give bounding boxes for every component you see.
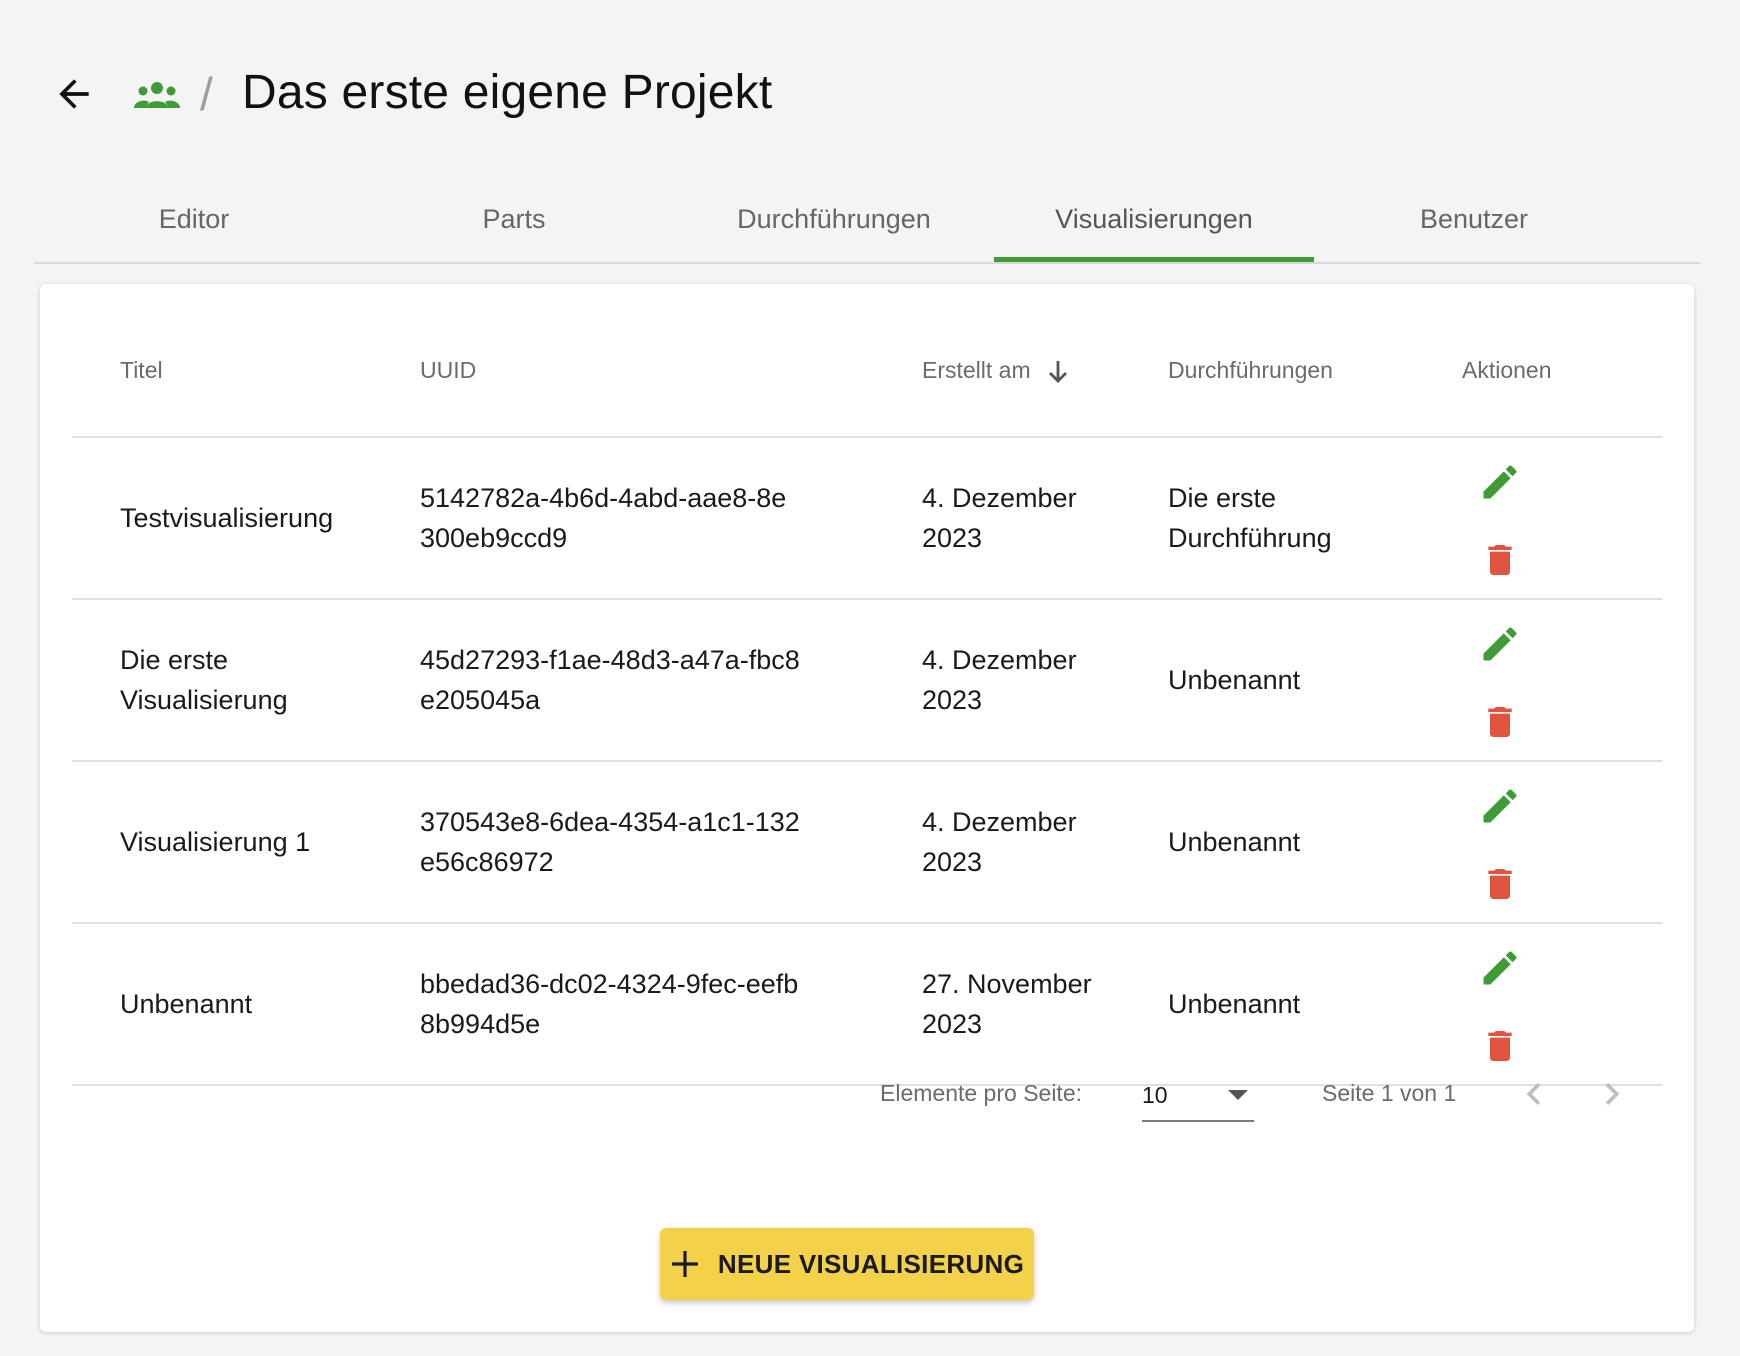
- cell-created: 4. Dezember 2023: [922, 645, 1077, 715]
- plus-icon: [671, 1251, 698, 1277]
- page-range-label: Seite 1 von 1: [1322, 1080, 1457, 1106]
- cell-durchfuehrung: Die erste Durchführung: [1168, 483, 1332, 553]
- trash-icon: [1488, 707, 1512, 737]
- back-button[interactable]: [52, 72, 96, 116]
- table-row: Testvisualisierung 5142782a-4b6d-4abd-aae…: [72, 438, 1662, 600]
- visualizations-table: Titel UUID Erstellt am Durchführungen Ak…: [72, 314, 1662, 1122]
- page-title: Das erste eigene Projekt: [242, 66, 773, 119]
- edit-button[interactable]: [1478, 460, 1522, 504]
- delete-button[interactable]: [1478, 862, 1522, 906]
- paginator: Elemente pro Seite: 10 Seite 1 von 1: [72, 1058, 1662, 1138]
- breadcrumb-separator: /: [200, 68, 213, 120]
- tab-bar: Editor Parts Durchführungen Visualisieru…: [34, 178, 1700, 264]
- column-header-actions: Aktionen: [1462, 357, 1552, 383]
- page-header: / Das erste eigene Projekt: [0, 0, 1740, 160]
- new-visualization-button[interactable]: NEUE VISUALISIERUNG: [660, 1228, 1034, 1300]
- tab-benutzer[interactable]: Benutzer: [1314, 178, 1634, 260]
- edit-button[interactable]: [1478, 946, 1522, 990]
- cell-actions: [1470, 762, 1530, 944]
- table-row: Die erste Visualisierung 45d27293-f1ae-48…: [72, 600, 1662, 762]
- dropdown-arrow-icon: [1228, 1090, 1248, 1100]
- trash-icon: [1488, 545, 1512, 575]
- delete-button[interactable]: [1478, 538, 1522, 582]
- table-row: Visualisierung 1 370543e8-6dea-4354-a1c1-…: [72, 762, 1662, 924]
- column-header-created[interactable]: Erstellt am: [922, 354, 1069, 386]
- edit-button[interactable]: [1478, 784, 1522, 828]
- tab-editor[interactable]: Editor: [34, 178, 354, 260]
- pencil-icon: [1483, 789, 1517, 823]
- cell-durchfuehrung: Unbenannt: [1168, 827, 1301, 857]
- arrow-left-icon: [59, 79, 89, 109]
- cell-durchfuehrung: Unbenannt: [1168, 665, 1301, 695]
- group-icon[interactable]: [132, 78, 182, 112]
- cell-created: 4. Dezember 2023: [922, 483, 1077, 553]
- cell-created: 4. Dezember 2023: [922, 807, 1077, 877]
- cell-title: Testvisualisierung: [120, 503, 334, 533]
- trash-icon: [1488, 869, 1512, 899]
- items-per-page-label: Elemente pro Seite:: [880, 1080, 1083, 1106]
- chevron-left-icon: [1526, 1083, 1541, 1105]
- delete-button[interactable]: [1478, 700, 1522, 744]
- table-header: Titel UUID Erstellt am Durchführungen Ak…: [72, 314, 1662, 438]
- tab-parts[interactable]: Parts: [354, 178, 674, 260]
- tab-durchfuehrungen[interactable]: Durchführungen: [674, 178, 994, 260]
- items-per-page-select[interactable]: 10: [1142, 1070, 1254, 1122]
- column-header-uuid[interactable]: UUID: [420, 354, 476, 386]
- chevron-right-icon: [1605, 1083, 1620, 1105]
- cell-uuid: 5142782a-4b6d-4abd-aae8-8e300eb9ccd9: [420, 483, 787, 553]
- cell-title: Visualisierung 1: [120, 827, 311, 857]
- cell-uuid: 370543e8-6dea-4354-a1c1-132e56c86972: [420, 807, 800, 877]
- sort-arrow-down-icon: [1049, 360, 1068, 383]
- new-visualization-label: NEUE VISUALISIERUNG: [717, 1248, 1025, 1279]
- items-per-page-value: 10: [1142, 1082, 1168, 1108]
- cell-actions: [1470, 600, 1530, 782]
- next-page-button[interactable]: [1590, 1072, 1634, 1116]
- tab-visualisierungen[interactable]: Visualisierungen: [994, 178, 1314, 262]
- cell-uuid: 45d27293-f1ae-48d3-a47a-fbc8e205045a: [420, 645, 800, 715]
- previous-page-button[interactable]: [1512, 1072, 1556, 1116]
- cell-title: Die erste Visualisierung: [120, 645, 288, 715]
- visualizations-card: Titel UUID Erstellt am Durchführungen Ak…: [40, 284, 1694, 1332]
- pencil-icon: [1483, 627, 1517, 661]
- edit-button[interactable]: [1478, 622, 1522, 666]
- column-header-title[interactable]: Titel: [120, 354, 163, 386]
- pencil-icon: [1483, 465, 1517, 499]
- column-header-durchfuehrungen[interactable]: Durchführungen: [1168, 354, 1333, 386]
- column-header-created-label: Erstellt am: [922, 357, 1031, 383]
- cell-actions: [1470, 438, 1530, 620]
- pencil-icon: [1483, 951, 1517, 985]
